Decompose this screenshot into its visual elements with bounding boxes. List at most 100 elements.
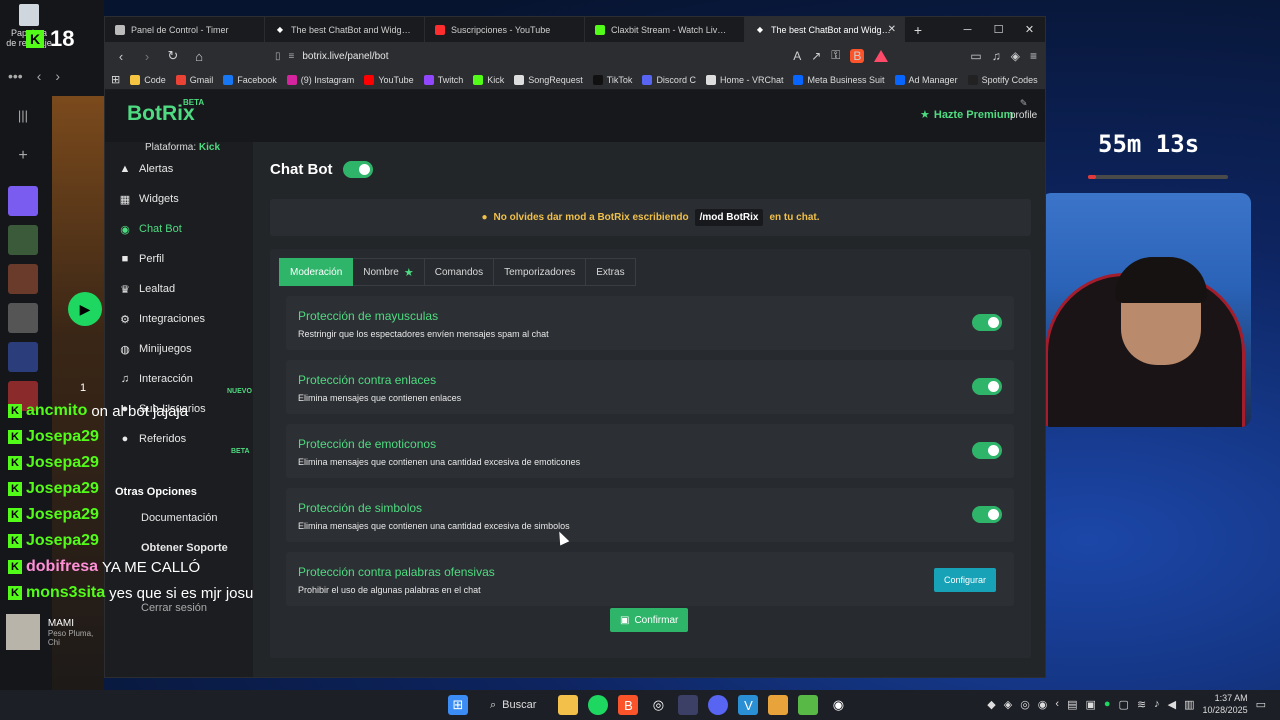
new-tab-button[interactable]: + [905,17,931,42]
tray-icon[interactable]: ◆ [987,698,995,711]
playlist-tile[interactable] [8,264,38,294]
row-toggle[interactable] [972,314,1002,331]
settings-tab[interactable]: Extras [586,258,636,286]
app-icon[interactable] [678,695,699,715]
playlist-tile[interactable] [8,225,38,255]
settings-tab[interactable]: Moderación [279,258,354,286]
sidebar-item[interactable]: ◉ Chat Bot [105,214,253,244]
volume-icon[interactable]: ◀ [1168,698,1176,711]
tray-icon[interactable]: ◉ [1038,698,1048,711]
bookmark-item[interactable]: SongRequest [514,74,583,85]
discord-icon[interactable] [708,695,729,715]
apps-icon[interactable]: ⊞ [111,73,120,86]
playlist-tile[interactable] [8,342,38,372]
key-icon[interactable]: ⚿ [831,48,840,63]
maximize-icon[interactable]: ☐ [983,17,1014,42]
bookmark-item[interactable]: Gmail [175,74,213,85]
steam-icon[interactable]: ◎ [648,695,668,715]
bookmark-item[interactable]: Meta Business Suit [793,74,885,85]
share-icon[interactable]: ↗ [811,49,821,63]
bookmark-item[interactable]: Facebook [223,74,277,85]
play-button[interactable]: ▶ [68,292,102,326]
brave-rewards-icon[interactable] [874,49,889,62]
home-icon[interactable]: ⌂ [191,49,207,64]
browser-tab[interactable]: Suscripciones - YouTube [425,17,585,42]
profile-link[interactable]: ✎ profile [1010,98,1037,121]
sidebar-item[interactable]: ♛ Lealtad [105,274,253,304]
library-icon[interactable]: ||| [8,108,38,138]
browser-tab[interactable]: Panel de Control - Timer [105,17,265,42]
row-toggle[interactable] [972,442,1002,459]
bookmark-item[interactable]: Home - VRChat [705,74,783,85]
address-bar[interactable]: ▯ ≡ botrix.live/panel/bot [275,51,389,62]
forward-arrow-icon[interactable]: › [55,68,60,84]
forward-icon[interactable]: › [139,49,155,64]
folder-icon[interactable] [768,695,789,715]
notifications-icon[interactable]: ▭ [1256,698,1266,711]
back-arrow-icon[interactable]: ‹ [37,68,42,84]
wifi-icon[interactable]: ≋ [1137,698,1146,711]
sidebar-item[interactable]: ⚙ Integraciones [105,304,253,334]
bookmark-item[interactable]: (9) Instagram [286,74,354,85]
network-icon[interactable]: ▥ [1184,698,1194,711]
start-icon[interactable]: ⊞ [448,695,468,715]
translate-icon[interactable]: A [793,49,801,63]
minimize-icon[interactable]: ─ [952,17,983,42]
tray-icon[interactable]: ▢ [1119,698,1129,711]
close-icon[interactable]: ✕ [1014,17,1045,42]
media-icon[interactable]: ♫ [992,49,1001,63]
tray-icon[interactable]: ▣ [1085,698,1095,711]
sidebar-item[interactable]: ◍ Minijuegos [105,334,253,364]
brave-icon[interactable]: B [618,695,639,715]
tray-icon[interactable]: ◈ [1004,698,1012,711]
bookmark-item[interactable]: Spotify Codes [967,74,1038,85]
file-explorer-icon[interactable] [558,695,579,715]
menu-icon[interactable]: ≡ [1030,49,1037,63]
clock[interactable]: 1:37 AM 10/28/2025 [1203,692,1248,716]
vscode-icon[interactable]: V [738,695,759,715]
bookmark-item[interactable]: Kick [473,74,504,85]
bookmark-item[interactable]: Ad Manager [894,74,958,85]
close-tab-icon[interactable]: ✕ [888,24,896,35]
tray-icon[interactable]: ‹ [1055,698,1059,710]
more-icon[interactable]: ••• [8,68,23,84]
settings-tab[interactable]: Temporizadores [494,258,587,286]
tray-icon[interactable]: ▤ [1067,698,1077,711]
minecraft-icon[interactable] [798,695,819,715]
reload-icon[interactable]: ↻ [165,48,181,64]
configure-button[interactable]: Configurar [933,568,996,592]
sidebar-toggle-icon[interactable]: ▭ [970,49,981,63]
browser-tab-active[interactable]: ◆ The best ChatBot and Widgets ✕ [745,17,905,42]
bookmark-item[interactable]: Twitch [423,74,463,85]
bookmark-icon[interactable]: ▯ [275,51,281,62]
brave-shields-icon[interactable]: B [850,48,865,63]
playlist-tile[interactable] [8,303,38,333]
mic-icon[interactable]: ♪ [1154,698,1160,710]
add-icon[interactable]: + [8,147,38,177]
browser-tab[interactable]: ◆ The best ChatBot and Widgets f [265,17,425,42]
back-icon[interactable]: ‹ [113,49,129,64]
settings-tab[interactable]: Nombre ★ [353,258,425,286]
taskbar-search[interactable]: ⌕ Buscar [478,695,548,715]
row-toggle[interactable] [972,378,1002,395]
site-info-icon[interactable]: ≡ [289,51,295,62]
bookmark-item[interactable]: YouTube [364,74,414,85]
sidebar-item[interactable]: ♫ Interacción [105,364,253,394]
tray-icon[interactable]: ◎ [1020,698,1030,711]
bookmark-item[interactable]: Discord C [642,74,696,85]
liked-songs-tile[interactable] [8,186,38,216]
tray-icon[interactable]: ● [1104,698,1111,710]
premium-link[interactable]: ★ Hazte Premium [920,108,1013,122]
obs-icon[interactable]: ◉ [828,695,848,715]
vpn-icon[interactable]: ◈ [1011,49,1020,63]
row-toggle[interactable] [972,506,1002,523]
chatbot-enable-toggle[interactable] [342,161,373,178]
sidebar-item[interactable]: ■ Perfil [105,244,253,274]
bookmark-item[interactable]: Code [130,74,166,85]
confirm-button[interactable]: ▣ Confirmar [610,608,689,632]
settings-tab[interactable]: Comandos [424,258,495,286]
bookmark-item[interactable]: TikTok [592,74,632,85]
sidebar-item[interactable]: ▲ Alertas [105,154,253,184]
sidebar-item[interactable]: ▦ Widgets [105,184,253,214]
spotify-icon[interactable] [588,695,609,715]
